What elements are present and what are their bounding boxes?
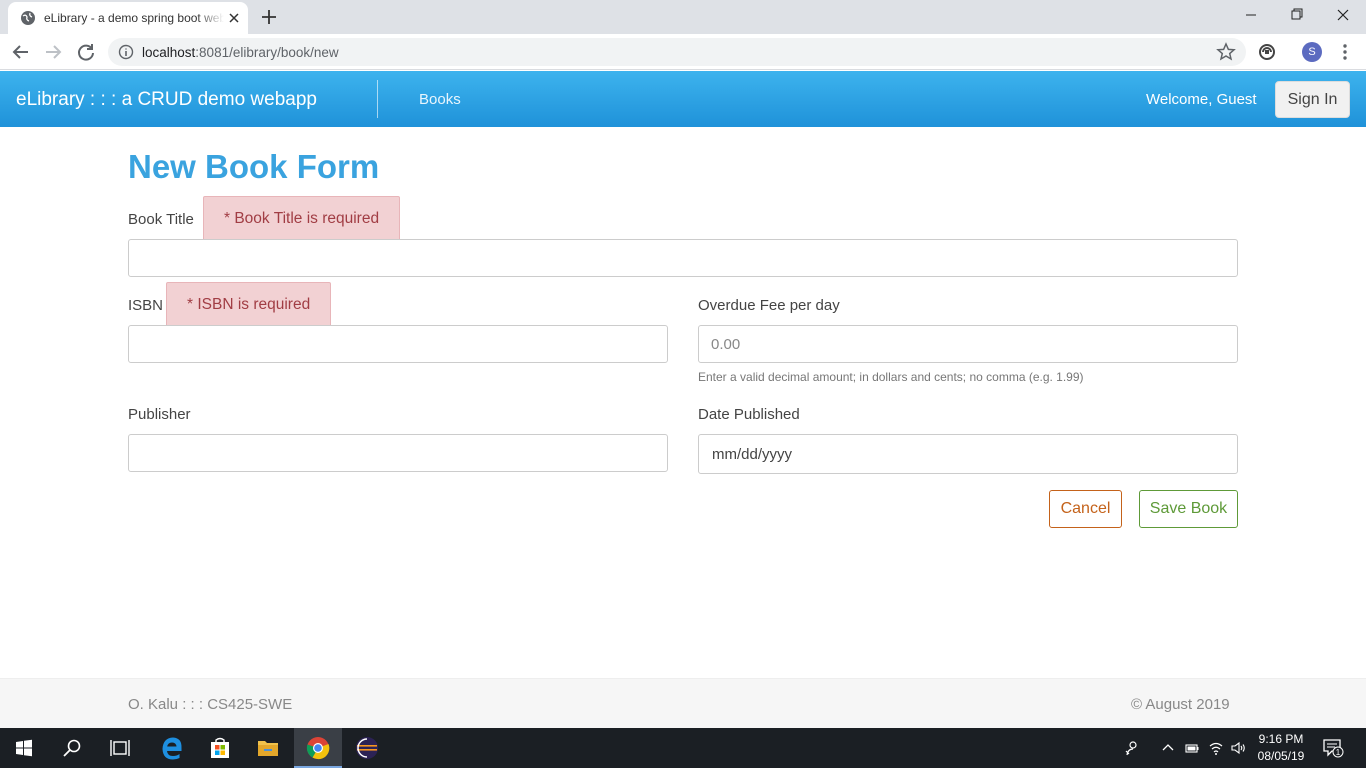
window-close-icon[interactable] bbox=[1320, 0, 1366, 30]
taskbar-clock[interactable]: 9:16 PM 08/05/19 bbox=[1252, 731, 1310, 765]
date-placeholder: mm/dd/yyyy bbox=[712, 446, 793, 463]
welcome-text: Welcome, Guest bbox=[1146, 91, 1257, 108]
windows-taskbar: 9:16 PM 08/05/19 1 bbox=[0, 728, 1366, 768]
book-title-input[interactable] bbox=[128, 239, 1238, 277]
volume-icon[interactable] bbox=[1230, 740, 1246, 756]
windows-start-icon[interactable] bbox=[10, 734, 38, 762]
notification-center[interactable]: 1 bbox=[1322, 738, 1344, 758]
page-footer: O. Kalu : : : CS425-SWE © August 2019 bbox=[0, 678, 1366, 728]
globe-icon bbox=[21, 11, 35, 25]
reload-icon[interactable] bbox=[75, 41, 97, 63]
publisher-label: Publisher bbox=[128, 406, 191, 423]
page-title: New Book Form bbox=[128, 148, 380, 185]
restore-icon[interactable] bbox=[1274, 0, 1320, 30]
chrome-icon[interactable] bbox=[304, 734, 332, 762]
browser-tab[interactable]: eLibrary - a demo spring boot webapp bbox=[8, 2, 248, 34]
isbn-input[interactable] bbox=[128, 325, 668, 363]
tab-title: eLibrary - a demo spring boot webapp bbox=[44, 11, 224, 25]
book-title-label: Book Title bbox=[128, 211, 194, 228]
back-icon[interactable] bbox=[10, 41, 32, 63]
clock-time: 9:16 PM bbox=[1258, 732, 1304, 746]
close-tab-icon[interactable] bbox=[226, 10, 242, 26]
chevron-up-icon[interactable] bbox=[1160, 740, 1176, 756]
browser-toolbar: localhost:8081/elibrary/book/new S bbox=[0, 34, 1366, 70]
brand-link[interactable]: eLibrary : : : a CRUD demo webapp bbox=[16, 89, 317, 111]
app-navbar: eLibrary : : : a CRUD demo webapp Books … bbox=[0, 71, 1366, 127]
url-text: localhost:8081/elibrary/book/new bbox=[142, 45, 339, 60]
nav-books-link[interactable]: Books bbox=[419, 91, 461, 108]
sign-in-button[interactable]: Sign In bbox=[1275, 81, 1350, 118]
notification-count: 1 bbox=[1336, 748, 1341, 757]
address-bar[interactable]: localhost:8081/elibrary/book/new bbox=[108, 38, 1246, 66]
battery-icon[interactable] bbox=[1184, 740, 1200, 756]
overdue-fee-help: Enter a valid decimal amount; in dollars… bbox=[698, 370, 1084, 384]
date-published-label: Date Published bbox=[698, 406, 800, 423]
info-icon[interactable] bbox=[118, 44, 134, 60]
isbn-label: ISBN bbox=[128, 297, 164, 314]
task-view-icon[interactable] bbox=[106, 734, 134, 762]
cancel-button[interactable]: Cancel bbox=[1049, 490, 1122, 528]
clock-date: 08/05/19 bbox=[1257, 749, 1305, 763]
browser-tabstrip: eLibrary - a demo spring boot webapp bbox=[0, 0, 1366, 34]
nav-divider bbox=[377, 80, 378, 118]
overdue-fee-input[interactable] bbox=[698, 325, 1238, 363]
forward-icon[interactable] bbox=[42, 41, 64, 63]
profile-avatar[interactable]: S bbox=[1302, 42, 1322, 62]
eclipse-icon[interactable] bbox=[353, 734, 381, 762]
url-path: :8081/elibrary/book/new bbox=[195, 45, 339, 60]
store-icon[interactable] bbox=[206, 734, 234, 762]
people-icon[interactable] bbox=[1124, 740, 1140, 756]
menu-dots-icon[interactable] bbox=[1334, 41, 1356, 63]
notification-icon: 1 bbox=[1323, 739, 1344, 758]
publisher-input[interactable] bbox=[128, 434, 668, 472]
url-host: localhost bbox=[142, 45, 196, 60]
search-icon[interactable] bbox=[58, 734, 86, 762]
bookmark-star-icon[interactable] bbox=[1216, 42, 1236, 62]
wifi-icon[interactable] bbox=[1208, 740, 1224, 756]
overdue-fee-label: Overdue Fee per day bbox=[698, 297, 840, 314]
file-explorer-icon[interactable] bbox=[254, 734, 282, 762]
date-published-input[interactable]: mm/dd/yyyy bbox=[698, 434, 1238, 474]
save-book-button[interactable]: Save Book bbox=[1139, 490, 1238, 528]
footer-copyright: © August 2019 bbox=[1131, 696, 1230, 713]
book-title-error: * Book Title is required bbox=[203, 196, 401, 242]
extension-icon[interactable] bbox=[1256, 41, 1278, 63]
edge-icon[interactable] bbox=[158, 734, 186, 762]
new-tab-icon[interactable] bbox=[258, 6, 280, 28]
footer-author: O. Kalu : : : CS425-SWE bbox=[128, 696, 293, 713]
minimize-icon[interactable] bbox=[1228, 0, 1274, 30]
isbn-error: * ISBN is required bbox=[166, 282, 332, 328]
